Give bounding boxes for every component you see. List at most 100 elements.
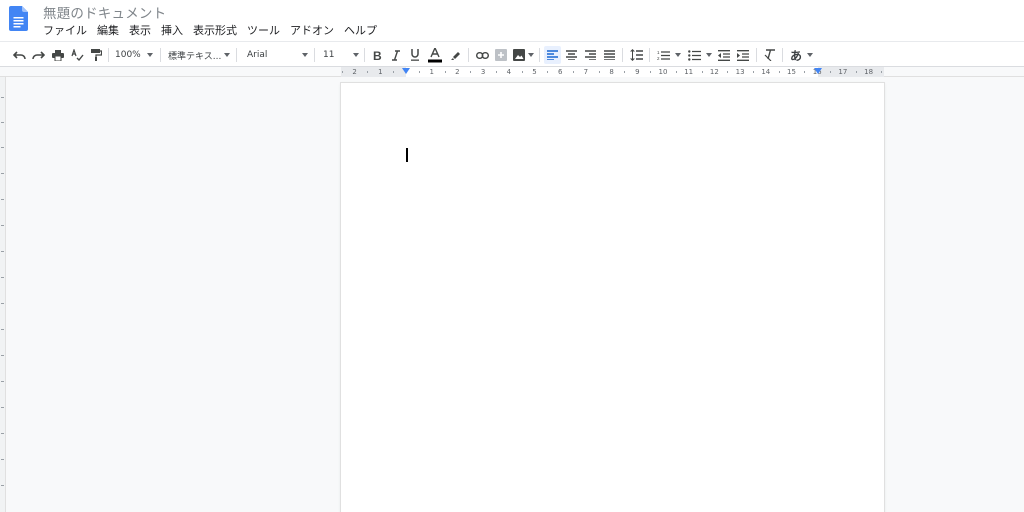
- numbered-list-dropdown-icon: [675, 53, 681, 57]
- spellcheck-icon[interactable]: [69, 46, 85, 64]
- ruler-tick: [367, 71, 369, 73]
- vertical-ruler-tick: [1, 251, 4, 252]
- vertical-ruler[interactable]: [0, 77, 6, 512]
- zoom-select[interactable]: 100%: [115, 46, 151, 64]
- ruler-tick: [393, 71, 395, 73]
- ruler-label: 7: [583, 68, 589, 76]
- toolbar-divider: [160, 48, 161, 62]
- ruler-tick: [547, 71, 549, 73]
- left-indent-marker[interactable]: [402, 68, 410, 74]
- menu-help[interactable]: ヘルプ: [344, 22, 377, 38]
- ruler-tick: [444, 71, 446, 73]
- ruler-tick: [573, 71, 575, 73]
- undo-icon[interactable]: [11, 46, 27, 64]
- vertical-ruler-tick: [1, 122, 4, 123]
- paint-format-icon[interactable]: [88, 46, 104, 64]
- ruler-tick: [624, 71, 626, 73]
- toolbar-divider: [782, 48, 783, 62]
- ruler-tick: [881, 71, 883, 73]
- menu-file[interactable]: ファイル: [43, 22, 87, 38]
- toolbar-divider: [622, 48, 623, 62]
- ruler-tick: [727, 71, 729, 73]
- menu-insert[interactable]: 挿入: [161, 22, 183, 38]
- toolbar-divider: [756, 48, 757, 62]
- ruler-tick: [418, 71, 420, 73]
- comment-icon[interactable]: [493, 46, 509, 64]
- align-left-icon[interactable]: [544, 46, 561, 64]
- ruler-label: 1: [378, 68, 383, 76]
- align-justify-icon[interactable]: [601, 46, 617, 64]
- italic-icon[interactable]: [388, 46, 404, 64]
- document-page[interactable]: [341, 83, 884, 512]
- ruler-label: 2: [352, 68, 357, 76]
- toolbar-divider: [314, 48, 315, 62]
- input-tools-label: あ: [789, 48, 802, 63]
- image-icon[interactable]: [511, 46, 527, 64]
- clear-formatting-icon[interactable]: [762, 46, 778, 64]
- ruler-tick: [752, 71, 754, 73]
- numbered-list-icon[interactable]: 12: [655, 46, 671, 64]
- toolbar-divider: [649, 48, 650, 62]
- text-color-icon[interactable]: [427, 46, 443, 64]
- toolbar-divider: [468, 48, 469, 62]
- highlight-icon[interactable]: [448, 46, 464, 64]
- font-size-select[interactable]: 11: [323, 46, 353, 64]
- font-value: Arial: [247, 50, 268, 60]
- font-select[interactable]: Arial: [247, 46, 307, 64]
- ruler-label: 17: [838, 68, 848, 76]
- font-size-dropdown-icon: [353, 53, 359, 57]
- right-indent-marker[interactable]: [814, 68, 822, 74]
- menu-view[interactable]: 表示: [129, 22, 151, 38]
- document-title[interactable]: 無題のドキュメント: [43, 2, 166, 22]
- ruler-label: 14: [761, 68, 771, 76]
- ruler-label: 5: [532, 68, 537, 76]
- vertical-ruler-tick: [1, 433, 4, 434]
- ruler-label: 13: [735, 68, 745, 76]
- vertical-ruler-tick: [1, 485, 4, 486]
- google-docs-icon[interactable]: [9, 6, 28, 31]
- menu-format[interactable]: 表示形式: [193, 22, 237, 38]
- vertical-ruler-tick: [1, 407, 4, 408]
- text-cursor: [406, 148, 408, 162]
- input-tools-button[interactable]: あ: [788, 46, 804, 64]
- ruler-tick: [675, 71, 677, 73]
- toolbar: 100% 標準テキス... Arial 11 B 1 2 あ: [0, 41, 1024, 67]
- vertical-ruler-tick: [1, 277, 4, 278]
- input-tools-dropdown-icon: [807, 53, 813, 57]
- redo-icon[interactable]: [30, 46, 46, 64]
- ruler-label: 4: [506, 68, 512, 76]
- ruler-tick: [341, 71, 343, 73]
- align-right-icon[interactable]: [582, 46, 598, 64]
- vertical-ruler-tick: [1, 225, 4, 226]
- ruler-tick: [495, 71, 497, 73]
- menu-addons[interactable]: アドオン: [290, 22, 334, 38]
- ruler-left-margin[interactable]: [341, 67, 406, 77]
- bulleted-list-icon[interactable]: [686, 46, 702, 64]
- docs-app: 無題のドキュメント ファイル 編集 表示 挿入 表示形式 ツール アドオン ヘル…: [0, 0, 1024, 512]
- align-center-icon[interactable]: [563, 46, 579, 64]
- increase-indent-icon[interactable]: [735, 46, 751, 64]
- decrease-indent-icon[interactable]: [716, 46, 732, 64]
- font-dropdown-icon: [302, 53, 308, 57]
- zoom-value: 100%: [115, 50, 141, 60]
- vertical-ruler-tick: [1, 199, 4, 200]
- menu-edit[interactable]: 編集: [97, 22, 119, 38]
- ruler-tick: [598, 71, 600, 73]
- print-icon[interactable]: [50, 46, 66, 64]
- ruler-tick: [804, 71, 806, 73]
- ruler-label: 10: [658, 68, 668, 76]
- horizontal-ruler[interactable]: 2 1 1 2 3 4 5 6 7 8 9 10 11 12 13 14 15 16 17 18: [0, 67, 1024, 77]
- toolbar-divider: [539, 48, 540, 62]
- bulleted-list-dropdown-icon: [706, 53, 712, 57]
- svg-text:1: 1: [657, 50, 660, 55]
- bold-icon[interactable]: B: [369, 46, 385, 64]
- vertical-ruler-tick: [1, 97, 4, 98]
- link-icon[interactable]: [474, 46, 490, 64]
- line-spacing-icon[interactable]: [628, 46, 644, 64]
- underline-icon[interactable]: [407, 46, 423, 64]
- menu-tools[interactable]: ツール: [247, 22, 280, 38]
- ruler-right-margin[interactable]: [818, 67, 884, 77]
- style-select[interactable]: 標準テキス...: [168, 46, 228, 64]
- toolbar-divider: [364, 48, 365, 62]
- header: 無題のドキュメント ファイル 編集 表示 挿入 表示形式 ツール アドオン ヘル…: [0, 0, 1024, 41]
